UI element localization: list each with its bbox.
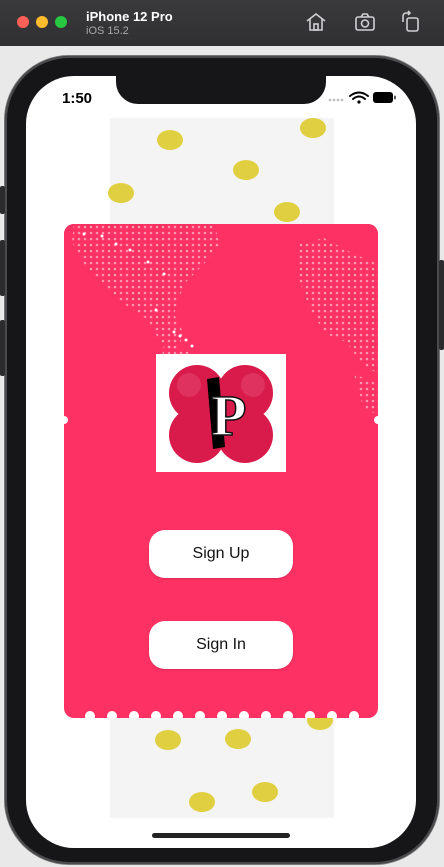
status-time: 1:50 (62, 90, 93, 107)
silent-switch (0, 186, 5, 214)
flower-logo-icon: P (169, 365, 273, 463)
battery-icon (373, 92, 396, 103)
welcome-card: P Sign Up Sign In (64, 224, 378, 718)
decor-dot (157, 130, 183, 150)
signal-dots-icon (328, 98, 344, 102)
wifi-icon (349, 91, 369, 104)
card-scallop-edge (85, 711, 359, 718)
screenshot-icon[interactable] (353, 10, 377, 34)
rotate-icon[interactable] (399, 10, 423, 34)
phone-screen: 1:50 P Sign Up Sign In (26, 76, 416, 848)
home-icon[interactable] (304, 10, 328, 34)
app-logo: P (156, 354, 286, 472)
power-button (439, 260, 444, 350)
simulator-titlebar: iPhone 12 Pro iOS 15.2 (0, 0, 444, 47)
decor-dot (225, 729, 251, 749)
device-os-version: iOS 15.2 (86, 25, 129, 37)
decor-dot (300, 118, 326, 138)
notch (116, 76, 326, 104)
decor-dot (274, 202, 300, 222)
decor-dot (233, 160, 259, 180)
sign-up-button[interactable]: Sign Up (149, 530, 293, 578)
volume-up-button (0, 240, 5, 296)
logo-letter: P (211, 383, 246, 448)
minimize-window-button[interactable] (36, 16, 48, 28)
card-notch-right (374, 416, 378, 424)
device-name: iPhone 12 Pro (86, 9, 173, 24)
decor-dot (155, 730, 181, 750)
decor-dot (252, 782, 278, 802)
home-indicator[interactable] (152, 833, 290, 838)
sign-in-button[interactable]: Sign In (149, 621, 293, 669)
close-window-button[interactable] (17, 16, 29, 28)
decor-dot (108, 183, 134, 203)
status-icons (326, 89, 398, 107)
volume-down-button (0, 320, 5, 376)
decor-dot (189, 792, 215, 812)
card-notch-left (64, 416, 68, 424)
zoom-window-button[interactable] (55, 16, 67, 28)
